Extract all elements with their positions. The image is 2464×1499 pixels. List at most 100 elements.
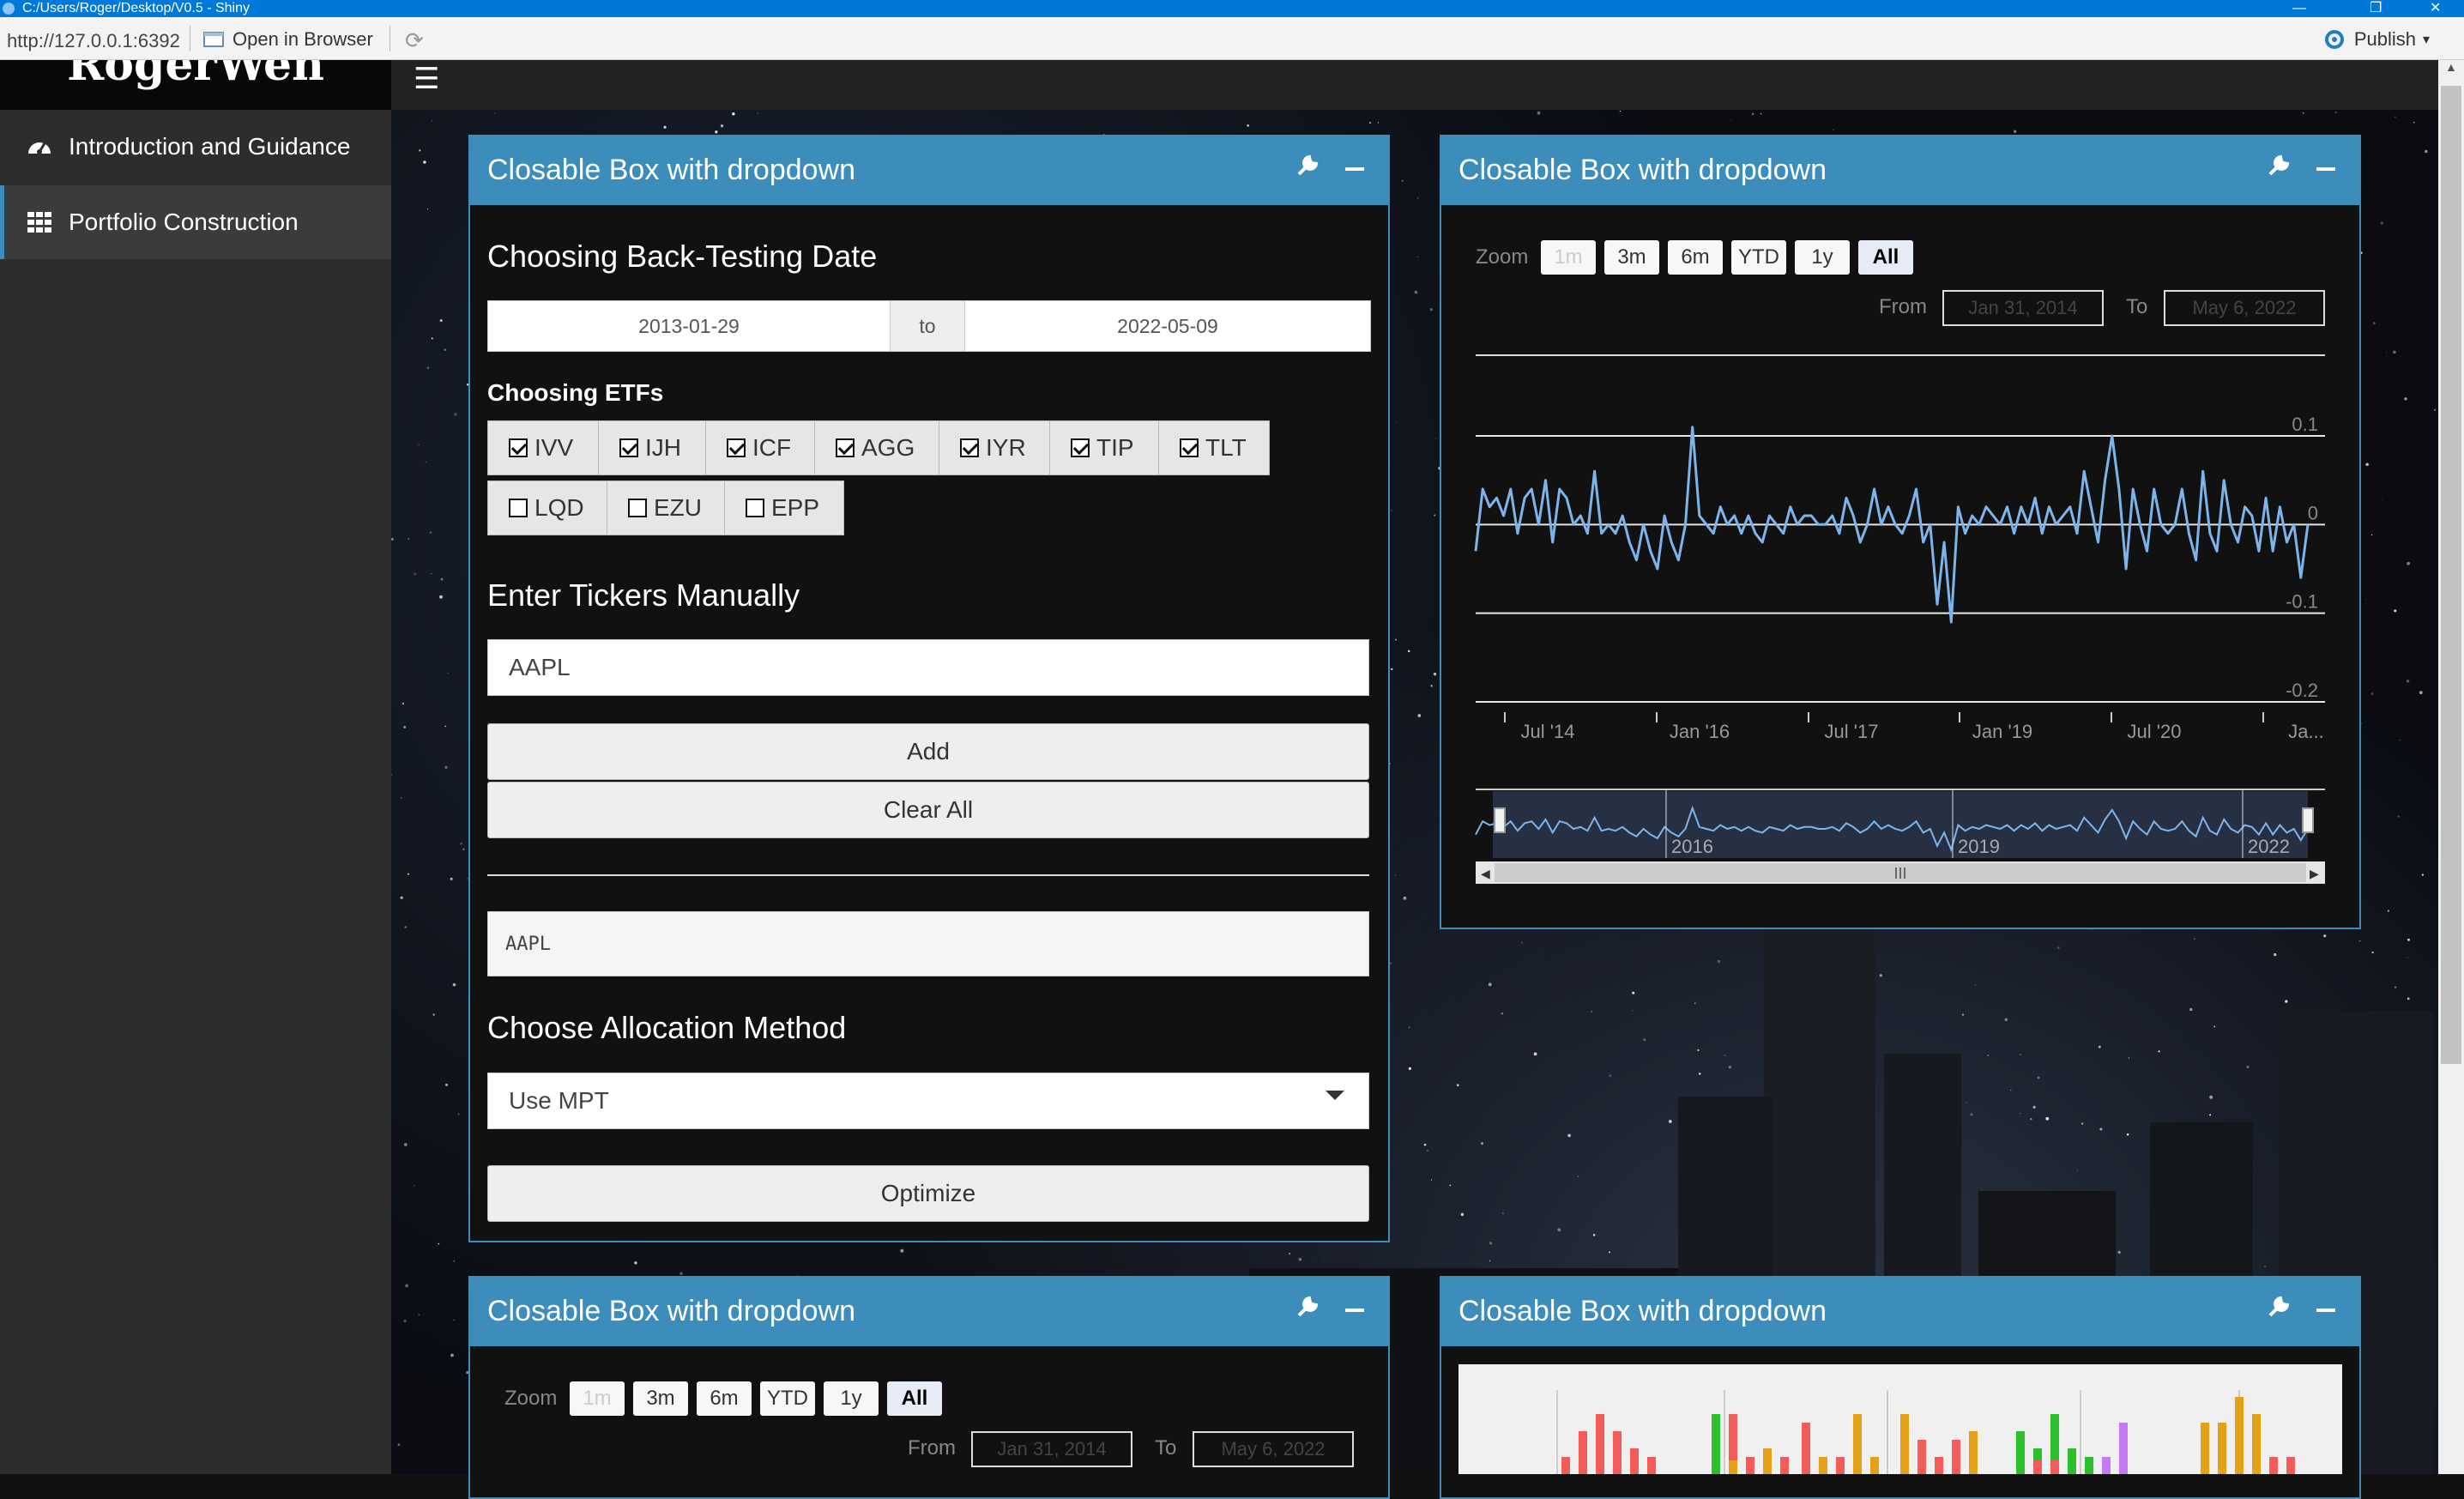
bar [1969, 1431, 1978, 1474]
grip-icon[interactable]: III [1893, 865, 1906, 882]
to-date-input[interactable]: May 6, 2022 [1193, 1431, 1354, 1467]
from-date-input[interactable]: Jan 31, 2014 [1942, 290, 2104, 326]
zoom-button-3m[interactable]: 3m [633, 1381, 688, 1416]
open-in-browser-button[interactable]: Open in Browser [203, 28, 373, 50]
bar [2218, 1423, 2226, 1474]
etf-checkbox-iyr[interactable]: IYR [939, 420, 1050, 475]
wrench-icon[interactable] [1295, 1295, 1320, 1319]
add-button[interactable]: Add [487, 723, 1369, 780]
checkbox-checked-icon[interactable] [619, 438, 638, 457]
navigator-left-handle[interactable] [1494, 807, 1506, 833]
zoom-button-6m[interactable]: 6m [1668, 240, 1723, 275]
collapse-icon[interactable] [1345, 1309, 1364, 1312]
end-date-input[interactable]: 2022-05-09 [965, 301, 1370, 351]
bar [2252, 1414, 2261, 1474]
zoom-button-ytd[interactable]: YTD [760, 1381, 815, 1416]
page-scrollbar[interactable]: ▲ [2438, 60, 2464, 1474]
checkbox-checked-icon[interactable] [960, 438, 979, 457]
zoom-label: Zoom [504, 1387, 558, 1410]
checkbox-checked-icon[interactable] [836, 438, 855, 457]
minimize-icon[interactable]: — [2292, 0, 2306, 17]
sidebar-item-portfolio[interactable]: Portfolio Construction [0, 185, 391, 259]
optimize-button[interactable]: Optimize [487, 1165, 1369, 1222]
checkbox-checked-icon[interactable] [727, 438, 746, 457]
etf-label: IJH [645, 434, 681, 461]
wrench-icon[interactable] [2267, 154, 2291, 178]
etf-checkbox-ezu[interactable]: EZU [607, 481, 725, 535]
etf-checkbox-icf[interactable]: ICF [705, 420, 815, 475]
zoom-button-all[interactable]: All [887, 1381, 942, 1416]
zoom-button-3m[interactable]: 3m [1604, 240, 1659, 275]
sidebar-toggle-icon[interactable]: ☰ [414, 62, 439, 96]
sidebar [0, 110, 391, 1474]
navigator-selection[interactable] [1493, 791, 2308, 858]
x-tick-label: Jan '16 [1670, 721, 1730, 742]
etf-label: EPP [771, 494, 820, 521]
etf-checkbox-agg[interactable]: AGG [814, 420, 939, 475]
etf-checkbox-tlt[interactable]: TLT [1158, 420, 1270, 475]
bar-segment [1900, 1460, 1909, 1474]
scrollbar-thumb[interactable] [2441, 86, 2461, 1064]
allocation-heading: Choose Allocation Method [487, 1010, 847, 1045]
zoom-button-ytd[interactable]: YTD [1731, 240, 1786, 275]
checkbox-checked-icon[interactable] [509, 438, 528, 457]
bar [2269, 1457, 2278, 1474]
box-title: Closable Box with dropdown [487, 154, 856, 186]
close-icon[interactable]: ✕ [2430, 0, 2441, 17]
etf-checkbox-lqd[interactable]: LQD [487, 481, 607, 535]
navigator-right-handle[interactable] [2302, 807, 2314, 833]
scroll-right-icon[interactable]: ▶ [2310, 867, 2319, 880]
publish-button[interactable]: Publish ▾ [2322, 28, 2430, 51]
box-title: Closable Box with dropdown [1458, 154, 1827, 186]
wrench-icon[interactable] [1295, 154, 1320, 178]
zoom-button-1m[interactable]: 1m [570, 1381, 625, 1416]
from-label: From [908, 1436, 956, 1460]
zoom-button-1y[interactable]: 1y [1795, 240, 1850, 275]
collapse-icon[interactable] [2316, 167, 2335, 171]
publish-icon [2324, 30, 2344, 49]
collapse-icon[interactable] [1345, 167, 1364, 171]
from-date-input[interactable]: Jan 31, 2014 [971, 1431, 1132, 1467]
url-display: http://127.0.0.1:6392 [7, 30, 180, 51]
zoom-button-6m[interactable]: 6m [697, 1381, 752, 1416]
collapse-icon[interactable] [2316, 1309, 2335, 1312]
dashboard-icon [28, 142, 51, 154]
grid-icon [27, 212, 51, 233]
app-logo[interactable]: RogerWen [0, 60, 391, 110]
date-heading: Choosing Back-Testing Date [487, 239, 878, 274]
bar-chart [1458, 1364, 2342, 1474]
bar [2016, 1431, 2025, 1474]
checkbox-unchecked-icon[interactable] [746, 499, 764, 517]
checkbox-checked-icon[interactable] [1071, 438, 1090, 457]
scroll-left-icon[interactable]: ◀ [1481, 867, 1490, 880]
to-date-input[interactable]: May 6, 2022 [2164, 290, 2325, 326]
checkbox-unchecked-icon[interactable] [509, 499, 528, 517]
etf-checkbox-ijh[interactable]: IJH [598, 420, 706, 475]
checkbox-unchecked-icon[interactable] [628, 499, 647, 517]
start-date-input[interactable]: 2013-01-29 [488, 301, 891, 351]
clear-all-button[interactable]: Clear All [487, 782, 1369, 838]
refresh-icon[interactable]: ⟳ [405, 27, 424, 54]
chevron-down-icon[interactable]: ▾ [2423, 31, 2430, 48]
zoom-button-all[interactable]: All [1858, 240, 1913, 275]
etf-label: IYR [986, 434, 1026, 461]
x-tick-label: Jul '17 [1825, 721, 1879, 742]
checkbox-checked-icon[interactable] [1180, 438, 1199, 457]
etf-checkbox-epp[interactable]: EPP [724, 481, 844, 535]
sidebar-item-introduction[interactable]: Introduction and Guidance [0, 110, 391, 184]
bar [2085, 1457, 2093, 1474]
allocation-selected-value: Use MPT [509, 1087, 609, 1114]
bar-segment [1712, 1460, 1720, 1474]
scroll-up-icon[interactable]: ▲ [2445, 60, 2457, 74]
allocation-select[interactable]: Use MPT [487, 1073, 1369, 1129]
etf-checkbox-tip[interactable]: TIP [1049, 420, 1159, 475]
bar [1853, 1414, 1862, 1474]
etf-label: AGG [861, 434, 915, 461]
zoom-button-1y[interactable]: 1y [824, 1381, 879, 1416]
etf-checkbox-ivv[interactable]: IVV [487, 420, 599, 475]
zoom-button-1m[interactable]: 1m [1541, 240, 1596, 275]
box-title: Closable Box with dropdown [1458, 1295, 1827, 1327]
wrench-icon[interactable] [2267, 1295, 2291, 1319]
ticker-input[interactable]: AAPL [487, 639, 1369, 696]
maximize-icon[interactable]: ❐ [2370, 0, 2382, 17]
